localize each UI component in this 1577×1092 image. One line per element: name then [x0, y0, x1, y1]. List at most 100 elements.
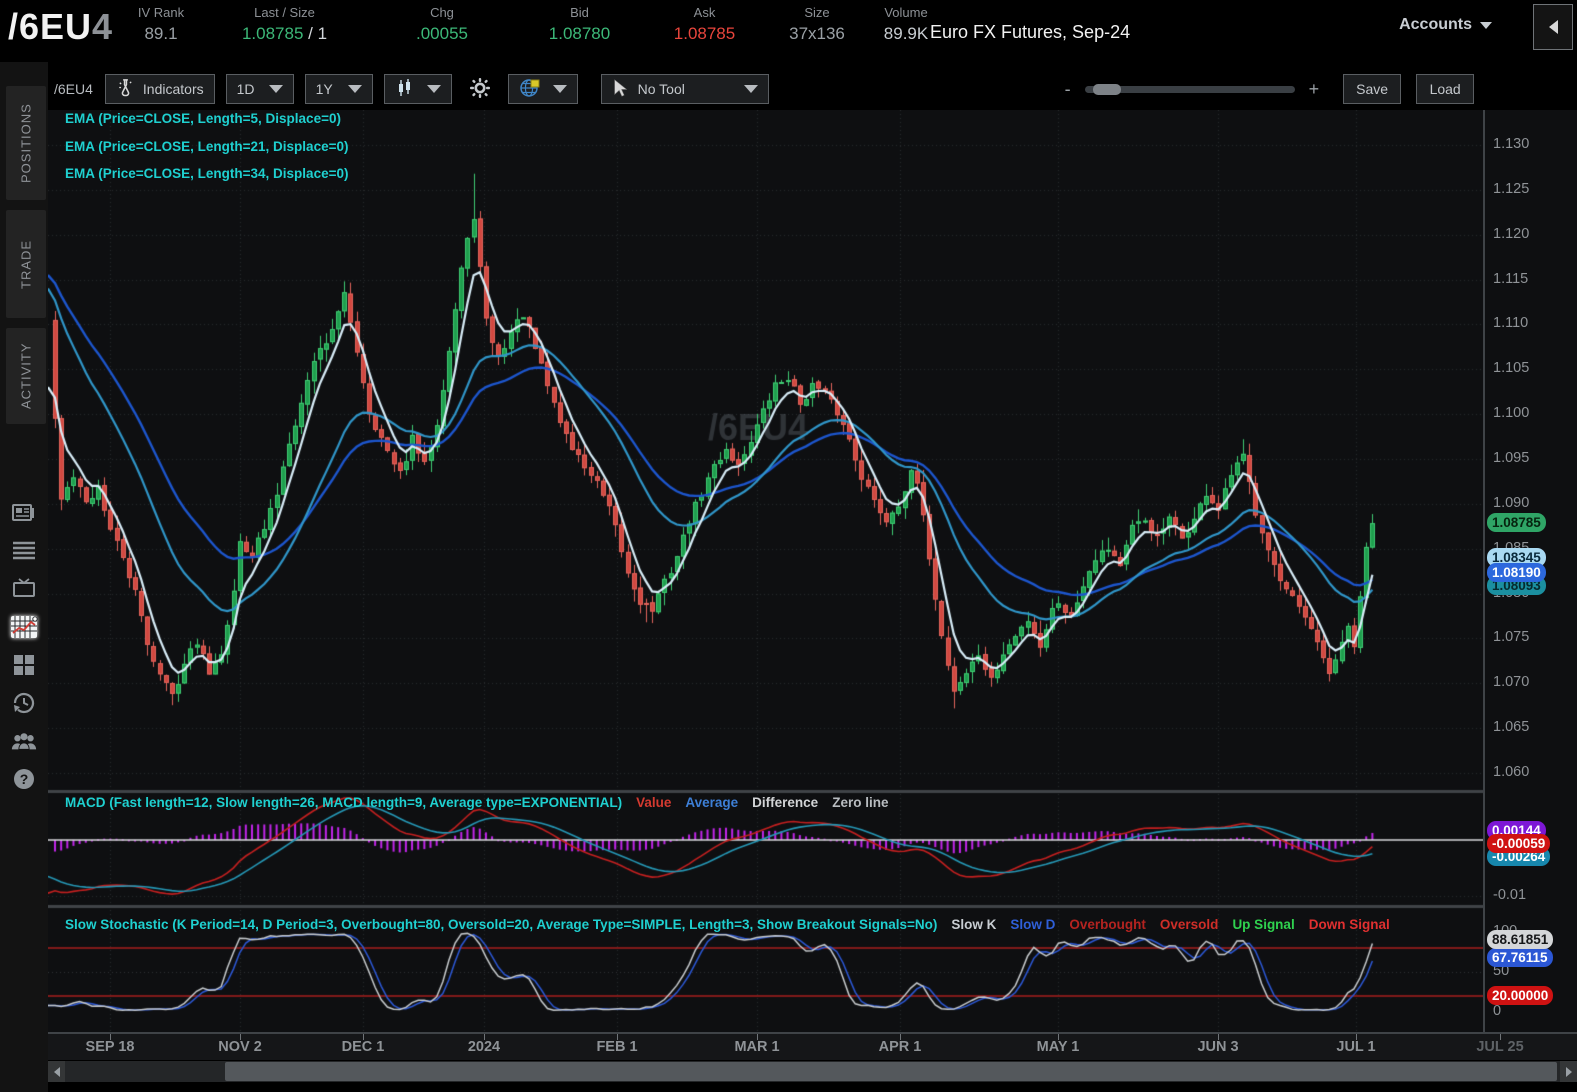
stoch-legend-overbought: Overbought — [1069, 917, 1146, 932]
time-axis-label: MAY 1 — [1036, 1039, 1080, 1055]
chart-toolbar: /6EU4 Indicators 1D 1Y No Tool - + Save … — [48, 70, 1577, 108]
stoch-badge: 88.61851 — [1487, 930, 1554, 949]
price-chart-canvas[interactable] — [48, 110, 1483, 1032]
chevron-down-icon — [552, 85, 567, 93]
sidebar-tab-trade[interactable]: TRADE — [6, 210, 46, 318]
history-icon[interactable] — [10, 690, 38, 716]
save-button[interactable]: Save — [1343, 74, 1402, 104]
watchlist-icon[interactable] — [10, 538, 38, 564]
ema-study-label-5: EMA (Price=CLOSE, Length=5, Displace=0) — [65, 111, 341, 126]
stoch-badge: 67.76115 — [1487, 948, 1553, 967]
sidebar-tab-activity[interactable]: ACTIVITY — [6, 328, 46, 424]
price-axis-tick: 1.125 — [1493, 180, 1530, 197]
price-axis-tick: 1.095 — [1493, 449, 1530, 466]
trading-platform-window: /6EU4 IV Rank 89.1 Last / Size 1.08785 / 1 C… — [0, 0, 1577, 1092]
gear-icon — [469, 77, 491, 102]
sidebar-tab-positions[interactable]: POSITIONS — [6, 86, 46, 200]
chart-type-dropdown[interactable] — [383, 74, 452, 104]
time-axis-label: DEC 1 — [341, 1039, 385, 1055]
time-axis-label: JUN 3 — [1197, 1039, 1239, 1055]
quote-header: /6EU4 IV Rank 89.1 Last / Size 1.08785 / 1 C… — [0, 0, 1577, 62]
price-axis-tick: 1.110 — [1493, 315, 1529, 332]
stoch-legend-down-signal: Down Signal — [1308, 917, 1390, 932]
quote-field-value: 37x136 — [789, 24, 845, 43]
zoom-slider-track[interactable] — [1084, 83, 1295, 95]
quote-field-value: .00055 — [416, 24, 468, 43]
quote-field-size: Size 37x136 — [767, 4, 867, 47]
chart-icon[interactable] — [10, 614, 38, 640]
grid-style-dropdown[interactable] — [507, 74, 578, 104]
zoom-in-button[interactable]: + — [1309, 79, 1320, 100]
macd-legend-difference: Difference — [752, 795, 819, 810]
collapse-panel-button[interactable] — [1533, 4, 1573, 50]
price-axis-tick: 1.060 — [1493, 763, 1530, 780]
timeframe-dropdown[interactable]: 1D — [225, 74, 294, 104]
tool-value: No Tool — [637, 81, 685, 97]
sidebar-icons: ? — [0, 500, 48, 792]
stoch-legend-oversold: Oversold — [1159, 917, 1219, 932]
dashboard-icon[interactable] — [10, 652, 38, 678]
accounts-menu[interactable]: Accounts — [1399, 16, 1492, 34]
chevron-left-icon — [1548, 20, 1558, 34]
price-badge: 1.08785 — [1487, 513, 1546, 532]
time-axis-label: APR 1 — [878, 1039, 922, 1055]
time-axis: SEP 18 NOV 2 DEC 1 2024 FEB 1 MAR 1 APR 1 MAY 1… — [48, 1032, 1577, 1060]
time-axis-label: 2024 — [467, 1039, 501, 1055]
drawing-tool-dropdown[interactable]: No Tool — [600, 74, 769, 104]
macd-legend-average: Average — [685, 795, 739, 810]
quote-field-label: Last / Size — [254, 5, 315, 20]
help-icon[interactable]: ? — [10, 766, 38, 792]
time-axis-label: MAR 1 — [734, 1039, 780, 1055]
ema-study-label-34: EMA (Price=CLOSE, Length=34, Displace=0) — [65, 166, 349, 181]
stoch-axis-tick: 0 — [1493, 1003, 1502, 1019]
monitor-icon[interactable] — [10, 576, 38, 602]
time-axis-label: JUL 1 — [1336, 1039, 1376, 1055]
time-axis-label: FEB 1 — [596, 1039, 638, 1055]
candlestick-chart-icon — [395, 78, 415, 101]
chart-horizontal-scrollbar[interactable] — [48, 1061, 1577, 1082]
quote-field-label: Bid — [570, 5, 589, 20]
price-axis-tick: 1.105 — [1493, 360, 1530, 377]
time-axis-label: NOV 2 — [218, 1039, 262, 1055]
macd-study-label: MACD (Fast length=12, Slow length=26, MA… — [65, 795, 623, 810]
quote-field-label: Size — [804, 5, 830, 20]
scrollbar-thumb[interactable] — [225, 1062, 1557, 1081]
quote-field-value: 1.08785 / 1 — [241, 24, 328, 43]
svg-text:?: ? — [20, 771, 29, 787]
quote-field-ask: Ask 1.08785 — [642, 4, 767, 47]
news-icon[interactable] — [10, 500, 38, 526]
left-sidebar: POSITIONS TRADE ACTIVITY ? — [0, 62, 48, 1092]
indicators-button[interactable]: Indicators — [104, 74, 215, 104]
chevron-down-icon — [426, 85, 441, 93]
price-axis: 1.130 1.125 1.120 1.115 1.110 1.105 1.100 1.095… — [1483, 110, 1577, 1032]
symbol-title: /6EU4 — [8, 6, 114, 47]
zoom-control: - + — [1065, 79, 1320, 100]
quote-field-label: Chg — [430, 5, 454, 20]
quote-field-bid: Bid 1.08780 — [517, 4, 642, 47]
zoom-slider-thumb[interactable] — [1092, 83, 1121, 95]
quote-field-value: 1.08785 — [673, 24, 736, 43]
stoch-study-label: Slow Stochastic (K Period=14, D Period=3… — [65, 917, 938, 932]
scroll-left-arrow[interactable] — [48, 1061, 65, 1082]
load-button[interactable]: Load — [1416, 74, 1475, 104]
scroll-right-arrow[interactable] — [1560, 1061, 1577, 1082]
macd-badge: -0.00059 — [1487, 834, 1551, 853]
quote-field-suffix: / 1 — [303, 24, 328, 43]
price-axis-tick: 1.115 — [1493, 270, 1529, 287]
settings-gear-button[interactable] — [463, 74, 497, 104]
chevron-down-icon — [268, 85, 283, 93]
cursor-icon — [612, 78, 630, 100]
range-dropdown[interactable]: 1Y — [304, 74, 373, 104]
community-icon[interactable] — [10, 728, 38, 754]
quote-field-last-size: Last / Size 1.08785 / 1 — [202, 4, 367, 47]
stoch-legend-up-signal: Up Signal — [1232, 917, 1295, 932]
ema-study-label-21: EMA (Price=CLOSE, Length=21, Displace=0) — [65, 138, 349, 154]
quote-field-label: Volume — [884, 5, 928, 20]
price-axis-tick: 1.130 — [1493, 136, 1530, 152]
price-axis-tick: 1.100 — [1493, 405, 1530, 422]
toolbar-symbol-label: /6EU4 — [54, 81, 93, 97]
price-axis-tick: 1.090 — [1493, 494, 1530, 511]
stoch-badge: 20.00000 — [1487, 986, 1554, 1005]
zoom-out-button[interactable]: - — [1065, 79, 1071, 100]
quote-field-value: 1.08780 — [548, 24, 611, 43]
